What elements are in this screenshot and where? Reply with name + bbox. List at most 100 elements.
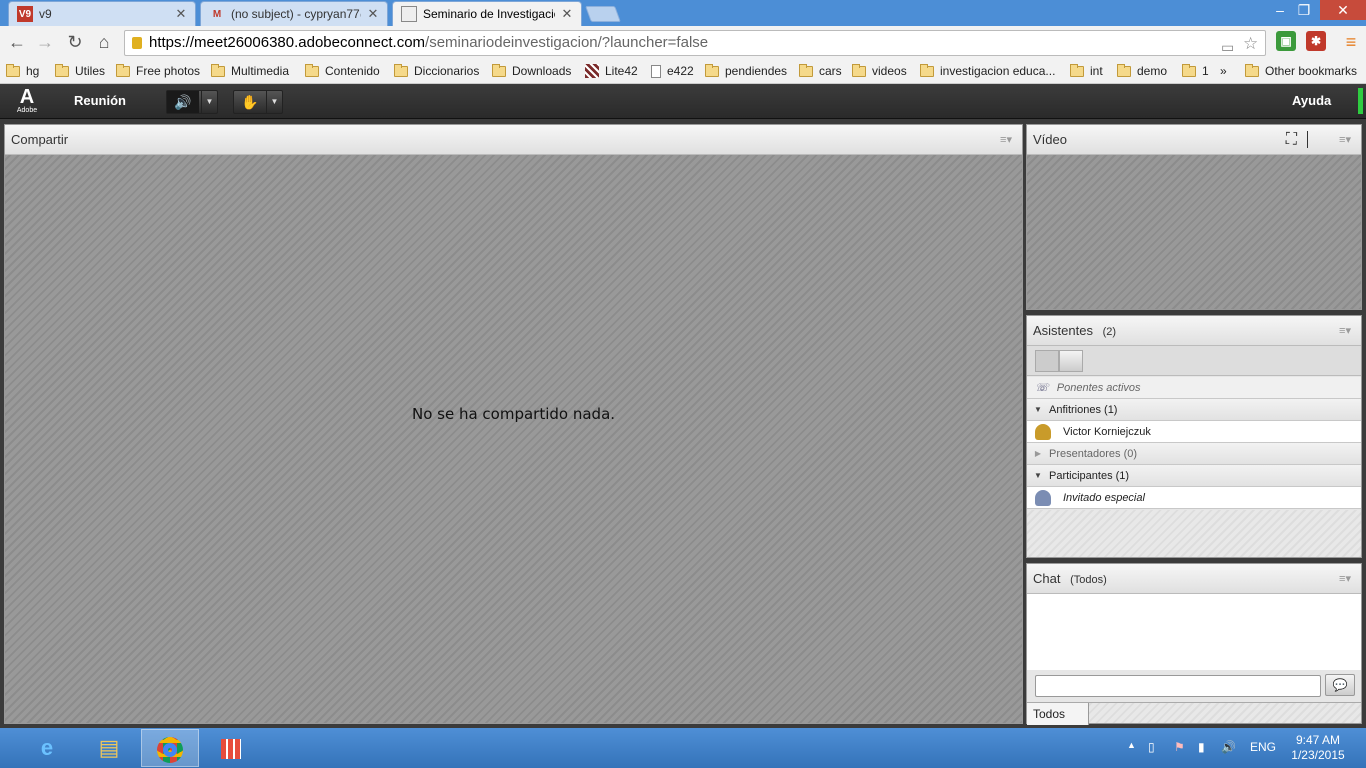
bookmark-e422[interactable]: e422: [651, 62, 694, 80]
speech-bubble-icon: 💬: [1332, 678, 1348, 692]
meeting-menu[interactable]: Reunión: [74, 93, 126, 108]
network-icon[interactable]: ▮: [1198, 740, 1205, 754]
close-icon[interactable]: ✕: [561, 6, 573, 22]
bookmark-1[interactable]: 1: [1182, 62, 1209, 80]
minimize-icon[interactable]: –: [1270, 0, 1290, 20]
bookmark-contenido[interactable]: Contenido: [305, 62, 380, 80]
chevron-down-icon[interactable]: ▼: [266, 91, 282, 113]
reload-icon[interactable]: ↻: [64, 31, 86, 53]
browser-tab-gmail[interactable]: M (no subject) - cypryan77@ ✕: [200, 1, 388, 26]
chat-tabs-filler: [1089, 703, 1361, 723]
menu-icon[interactable]: ≡: [1340, 31, 1362, 53]
tab-all[interactable]: Todos: [1027, 703, 1089, 725]
help-menu[interactable]: Ayuda: [1292, 93, 1331, 108]
bookmark-cars[interactable]: cars: [799, 62, 842, 80]
pod-options-icon[interactable]: ≡▾: [1339, 324, 1351, 337]
attendee-count: (2): [1102, 326, 1117, 338]
bookmark-int[interactable]: int: [1070, 62, 1103, 80]
device-icon[interactable]: ▯: [1148, 740, 1155, 754]
volume-icon[interactable]: 🔊: [1221, 740, 1236, 754]
bookmark-diccionarios[interactable]: Diccionarios: [394, 62, 479, 80]
browser-toolbar: ← → ↻ ⌂ https://meet26006380.adobeconnec…: [0, 26, 1366, 59]
fullscreen-icon[interactable]: ⛶: [1286, 131, 1297, 149]
language-indicator[interactable]: ENG: [1250, 740, 1276, 754]
send-message-button[interactable]: 💬: [1325, 674, 1355, 696]
extension-icon[interactable]: ✱: [1306, 31, 1326, 51]
bookmark-demo[interactable]: demo: [1117, 62, 1167, 80]
chat-pod: Chat (Todos) ≡▾ 💬 Todos: [1026, 563, 1362, 725]
lite42-icon: [585, 64, 599, 78]
bookmark-lite42[interactable]: Lite42: [585, 62, 638, 80]
pod-title: Asistentes: [1033, 323, 1093, 338]
pod-options-icon[interactable]: ≡▾: [1000, 133, 1012, 146]
folder-icon: [55, 63, 69, 77]
bookmark-multimedia[interactable]: Multimedia: [211, 62, 289, 80]
chat-scope: (Todos): [1070, 574, 1107, 586]
apps-icon[interactable]: [202, 729, 260, 767]
bookmark-pendiendes[interactable]: pendiendes: [705, 62, 787, 80]
forward-icon[interactable]: →: [34, 31, 56, 53]
pod-title: Compartir: [11, 132, 69, 147]
new-tab-button[interactable]: [585, 6, 621, 22]
system-clock[interactable]: 9:47 AM 1/23/2015: [1288, 733, 1348, 763]
folder-icon: [705, 63, 719, 77]
pod-header: Asistentes (2) ≡▾: [1027, 316, 1361, 346]
folder-icon: [394, 63, 408, 77]
pod-title: Chat: [1033, 571, 1061, 586]
bookmark-other[interactable]: Other bookmarks: [1245, 62, 1357, 80]
address-bar[interactable]: https://meet26006380.adobeconnect.com/se…: [124, 30, 1266, 56]
bookmark-downloads[interactable]: Downloads: [492, 62, 571, 80]
presenters-section[interactable]: ▶ Presentadores (0): [1027, 443, 1361, 465]
folder-icon: [1117, 63, 1131, 77]
bookmarks-overflow-button[interactable]: »: [1220, 62, 1227, 80]
v9-favicon-icon: V9: [17, 6, 33, 22]
flag-icon[interactable]: ⚑: [1174, 740, 1185, 754]
pod-options-icon[interactable]: ≡▾: [1339, 133, 1351, 146]
windows-taskbar: e ▤ ▲ ▯ ⚑ ▮ 🔊 ENG 9:47 AM 1/23/2015: [0, 728, 1366, 768]
home-icon[interactable]: ⌂: [93, 31, 115, 53]
video-pod: Vídeo ⛶ ≡▾: [1026, 124, 1362, 310]
attendee-row[interactable]: Invitado especial: [1027, 487, 1361, 509]
window-close-icon[interactable]: ✕: [1320, 0, 1366, 20]
hosts-section[interactable]: ▼ Anfitriones (1): [1027, 399, 1361, 421]
close-icon[interactable]: ✕: [175, 6, 187, 22]
folder-icon: [799, 63, 813, 77]
star-icon[interactable]: ☆: [1243, 32, 1258, 56]
chevron-down-icon[interactable]: ▼: [201, 91, 217, 113]
file-explorer-icon[interactable]: ▤: [80, 729, 138, 767]
bookmark-utiles[interactable]: Utiles: [55, 62, 105, 80]
bookmark-hg[interactable]: hg: [6, 62, 39, 80]
chat-messages: [1027, 594, 1361, 670]
tab-title: (no subject) - cypryan77@: [231, 7, 361, 21]
chrome-icon[interactable]: [141, 729, 199, 767]
list-view-icon[interactable]: [1035, 350, 1059, 372]
chevron-up-icon[interactable]: ▲: [1127, 740, 1136, 750]
chat-input[interactable]: [1035, 675, 1321, 697]
internet-explorer-icon[interactable]: e: [18, 729, 76, 767]
attendee-row[interactable]: Victor Korniejczuk: [1027, 421, 1361, 443]
print-extension-icon[interactable]: ▣: [1276, 31, 1296, 51]
folder-icon: [1182, 63, 1196, 77]
restore-icon[interactable]: ❐: [1294, 0, 1314, 20]
browser-tab-v9[interactable]: V9 v9 ✕: [8, 1, 196, 26]
raise-hand-button[interactable]: ✋ ▼: [233, 90, 283, 114]
url-host: https://meet26006380.adobeconnect.com: [149, 34, 426, 51]
close-icon[interactable]: ✕: [367, 6, 379, 22]
pod-options-icon[interactable]: ≡▾: [1339, 572, 1351, 585]
person-status-icon: ✋: [241, 94, 259, 110]
browser-tab-seminario[interactable]: Seminario de Investigacion ✕: [392, 1, 582, 26]
attendees-toolbar: [1027, 346, 1361, 376]
connection-status-indicator: [1358, 88, 1363, 114]
status-view-icon[interactable]: [1059, 350, 1083, 372]
speaker-button[interactable]: 🔊 ▼: [166, 90, 218, 114]
folder-icon: [492, 63, 506, 77]
url-path: /seminariodeinvestigacion/?launcher=fals…: [425, 34, 709, 51]
participants-section[interactable]: ▼ Participantes (1): [1027, 465, 1361, 487]
bookmark-free-photos[interactable]: Free photos: [116, 62, 200, 80]
adobe-a-icon: A: [19, 86, 35, 108]
bookmark-investigacion[interactable]: investigacion educa...: [920, 62, 1055, 80]
folder-icon: [852, 63, 866, 77]
back-icon[interactable]: ←: [6, 31, 28, 53]
camera-icon[interactable]: ▭: [1221, 35, 1234, 59]
bookmark-videos[interactable]: videos: [852, 62, 907, 80]
